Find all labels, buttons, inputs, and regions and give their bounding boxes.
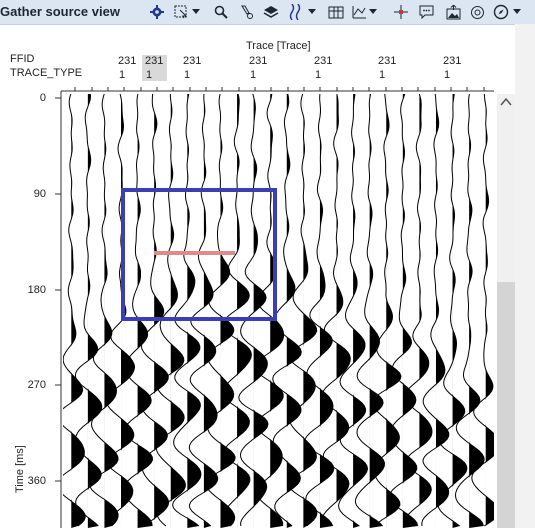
trace-wiggle — [172, 94, 202, 527]
wiggle-traces — [63, 94, 494, 528]
trace-fill — [87, 94, 102, 528]
trace-wiggle — [421, 94, 450, 527]
y-axis-label: Time [ms] — [14, 445, 26, 493]
trace-fill — [303, 94, 317, 528]
trace-fill — [71, 94, 86, 528]
trace-fill — [121, 94, 135, 528]
scroll-up-icon[interactable] — [500, 97, 512, 107]
trace-fill — [336, 94, 351, 528]
y-tick-label: 180 — [27, 284, 46, 296]
trace-wiggle — [238, 94, 269, 527]
y-tick-label: 270 — [27, 379, 46, 391]
trace-wiggle — [338, 94, 369, 527]
trace-fill — [469, 94, 485, 528]
y-tick-label: 90 — [33, 188, 46, 200]
seismic-gather-plot[interactable] — [63, 94, 494, 528]
y-tick-label: 0 — [39, 92, 46, 104]
trace-wiggle — [437, 94, 468, 527]
trace-fill — [203, 94, 218, 528]
trace-fill — [137, 94, 153, 528]
trace-fill — [435, 94, 449, 528]
y-tick-label: 360 — [27, 475, 46, 487]
top-axis-ticks — [74, 87, 485, 91]
trace-fill — [485, 94, 494, 528]
scrollbar-thumb[interactable] — [497, 282, 515, 528]
trace-fill — [270, 94, 284, 528]
left-axis-ticks — [55, 97, 61, 482]
trace-fill — [386, 94, 401, 528]
